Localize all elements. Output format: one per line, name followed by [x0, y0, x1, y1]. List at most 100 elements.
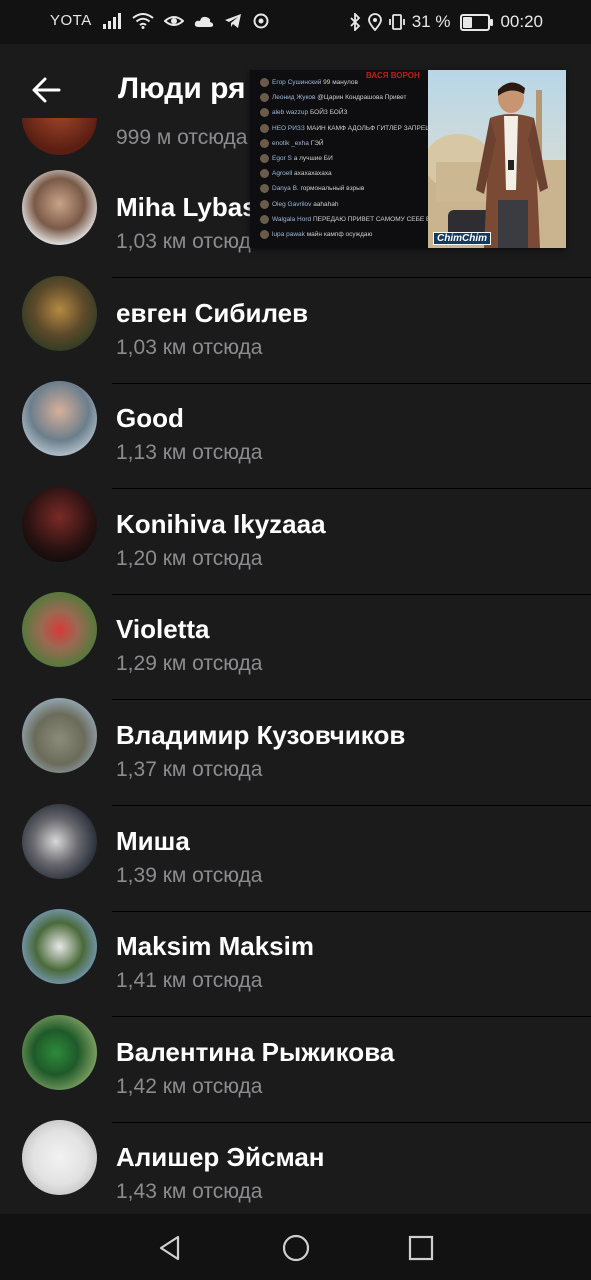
battery-icon — [460, 13, 494, 31]
person-name: Миша — [116, 826, 190, 856]
video-overlay[interactable]: ВАСЯ ВОРОН Егор Сушинский 99 манулов Леон… — [250, 70, 566, 248]
distance-label: 1,20 км отсюда — [116, 547, 263, 570]
chat-text: а лучшие БИ — [293, 155, 333, 163]
clock: 00:20 — [500, 12, 543, 31]
distance-label: 1,13 км отсюда — [116, 441, 263, 464]
chat-text: аahahah — [313, 200, 339, 208]
video-frame — [428, 70, 566, 248]
chat-avatar — [260, 214, 269, 224]
avatar — [22, 170, 97, 245]
chat-message: lupa pawak майн кампф осуждаю — [260, 230, 372, 239]
chat-message: Danya B. гормональный взрыв — [260, 184, 365, 194]
list-item[interactable]: Konihiva Ikyzaaa 1,20 км отсюда — [0, 465, 591, 595]
video-title: ВАСЯ ВОРОН — [366, 71, 420, 80]
distance-label: 1,29 км отсюда — [116, 652, 263, 675]
avatar — [22, 487, 97, 562]
circle-home-icon — [282, 1234, 310, 1262]
avatar — [22, 1120, 97, 1195]
chat-avatar — [260, 184, 269, 194]
chat-user: Egor S — [272, 155, 292, 163]
chat-text: 99 манулов — [323, 79, 358, 87]
chat-avatar — [260, 108, 269, 118]
chat-message: Егор Сушинский 99 манулов — [260, 78, 358, 87]
chat-avatar — [260, 169, 269, 179]
channel-badge: ChimChim — [433, 232, 491, 245]
page-title: Люди ря — [118, 72, 246, 105]
chat-user: enotik _exha — [272, 140, 309, 148]
chat-user: Леонид Жуков — [272, 94, 316, 102]
chat-avatar — [260, 78, 269, 87]
distance-label: 999 м отсюда — [116, 126, 248, 149]
chat-user: Егор Сушинский — [272, 79, 322, 87]
wifi-icon — [132, 12, 154, 29]
chat-avatar — [260, 230, 269, 239]
navigation-bar — [0, 1214, 591, 1280]
video-chat: ВАСЯ ВОРОН Егор Сушинский 99 манулов Леон… — [256, 70, 497, 248]
distance-label: 1,03 км отсюда — [116, 230, 263, 253]
chat-user: Walgala Hord — [272, 216, 312, 224]
chat-text: ахахахахаха — [294, 170, 332, 178]
location-icon — [367, 13, 382, 31]
chat-avatar — [260, 138, 269, 148]
person-name: Алишер Эйсман — [116, 1142, 325, 1172]
avatar — [22, 592, 97, 667]
avatar — [22, 698, 97, 773]
status-bar: YOTA 31 % 00:20 — [0, 0, 591, 44]
list-item[interactable]: Владимир Кузовчиков 1,37 км отсюда — [0, 676, 591, 806]
person-name: Maksim Maksim — [116, 931, 314, 961]
list-item[interactable]: Violetta 1,29 км отсюда — [0, 570, 591, 700]
signal-icon — [102, 12, 121, 29]
chat-user: НЕО РИЗЗ — [272, 124, 305, 132]
battery-percent: 31 % — [411, 12, 451, 31]
back-button[interactable] — [22, 66, 70, 114]
vibrate-icon — [388, 14, 405, 30]
distance-label: 1,41 км отсюда — [116, 969, 263, 992]
cloud-icon — [194, 16, 213, 27]
nav-home-button[interactable] — [276, 1228, 316, 1268]
distance-label: 1,03 км отсюда — [116, 336, 263, 359]
list-item[interactable]: Алишер Эйсман 1,43 км отсюда — [0, 1098, 591, 1203]
avatar — [22, 909, 97, 984]
chat-message: Egor S а лучшие БИ — [260, 154, 333, 163]
telegram-icon — [224, 13, 241, 28]
list-item[interactable]: Миша 1,39 км отсюда — [0, 782, 591, 912]
chat-message: aleb wazzup БОЙЗ БОЙЗ — [260, 108, 348, 118]
list-item[interactable]: Good 1,13 км отсюда — [0, 359, 591, 489]
chat-user: Agroell — [272, 170, 293, 178]
person-name: Violetta — [116, 614, 210, 644]
person-name: Good — [116, 403, 184, 433]
chat-text: ГЭЙ — [310, 140, 324, 148]
list-item[interactable]: Maksim Maksim 1,41 км отсюда — [0, 887, 591, 1017]
eye-icon — [163, 15, 184, 26]
chat-user: Oleg Gavrilov — [272, 200, 312, 208]
person-name: Konihiva Ikyzaaa — [116, 509, 326, 539]
triangle-back-icon — [159, 1235, 180, 1261]
list-item[interactable]: Валентина Рыжикова 1,42 км отсюда — [0, 993, 591, 1123]
square-recents-icon — [408, 1235, 434, 1261]
distance-label: 1,39 км отсюда — [116, 864, 263, 887]
chat-text: БОЙЗ БОЙЗ — [309, 109, 348, 117]
distance-label: 1,37 км отсюда — [116, 758, 263, 781]
list-item[interactable]: евген Сибилев 1,03 км отсюда — [0, 254, 591, 384]
person-name: Miha Lybas — [116, 192, 257, 222]
chat-message: Oleg Gavrilov аahahah — [260, 199, 339, 209]
chat-avatar — [260, 154, 269, 163]
avatar — [22, 276, 97, 351]
nfc-icon — [253, 13, 269, 28]
chat-avatar — [260, 123, 269, 133]
arrow-left-icon — [32, 77, 61, 103]
nav-recents-button[interactable] — [401, 1228, 441, 1268]
distance-label: 1,43 км отсюда — [116, 1180, 263, 1203]
carrier-label: YOTA — [50, 12, 92, 29]
avatar — [22, 804, 97, 879]
chat-avatar — [260, 93, 269, 103]
chat-message: Леонид Жуков @Царин Кондрашова Привет — [260, 93, 407, 103]
chat-avatar — [260, 199, 269, 209]
chat-text: @Царин Кондрашова Привет — [317, 94, 407, 102]
chat-text: гормональный взрыв — [300, 185, 365, 193]
distance-label: 1,42 км отсюда — [116, 1075, 263, 1098]
bluetooth-icon — [350, 13, 360, 31]
person-name: Валентина Рыжикова — [116, 1037, 395, 1067]
person-name: Владимир Кузовчиков — [116, 720, 406, 750]
nav-back-button[interactable] — [150, 1228, 190, 1268]
